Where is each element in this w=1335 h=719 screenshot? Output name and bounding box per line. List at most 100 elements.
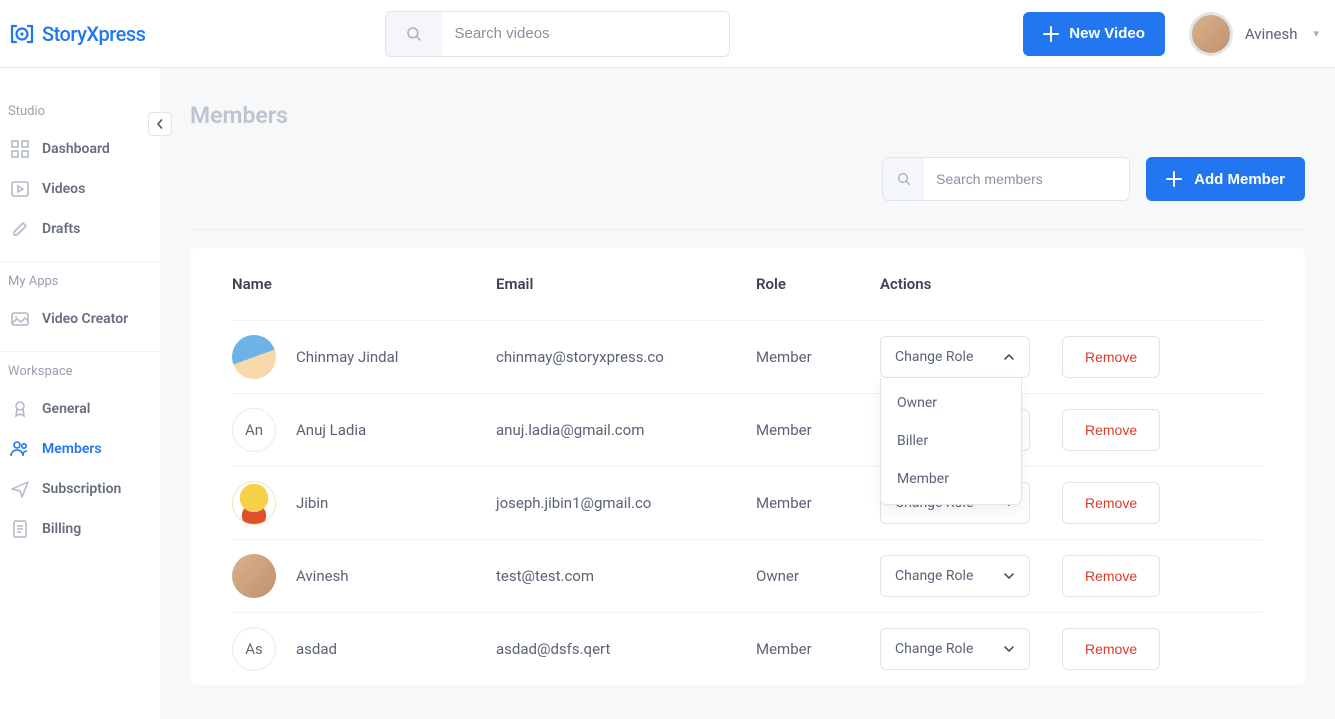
plus-icon xyxy=(1043,26,1059,42)
actions-cell: Change Role Remove xyxy=(880,628,1263,670)
table-row: Jibinjoseph.jibin1@gmail.coMemberChange … xyxy=(232,466,1263,539)
member-role: Member xyxy=(756,640,880,658)
layout: Studio Dashboard Videos Drafts My Apps Video … xyxy=(0,68,1335,719)
remove-button[interactable]: Remove xyxy=(1062,482,1160,524)
member-email: test@test.com xyxy=(496,567,756,585)
member-name: Avinesh xyxy=(296,567,349,585)
avatar: As xyxy=(232,627,276,671)
table-row: As asdad asdad@dsfs.qertMember Change Role R… xyxy=(232,612,1263,685)
member-email: anuj.ladia@gmail.com xyxy=(496,421,756,439)
remove-button[interactable]: Remove xyxy=(1062,336,1160,378)
sidebar-item-videos[interactable]: Videos xyxy=(0,169,160,209)
main-content: Members Add Member Name Email Role Actio… xyxy=(160,68,1335,719)
sidebar-item-label: Members xyxy=(42,441,102,457)
sidebar-item-members[interactable]: Members xyxy=(0,429,160,469)
role-option-biller[interactable]: Biller xyxy=(881,422,1021,460)
new-video-label: New Video xyxy=(1069,25,1145,42)
column-actions: Actions xyxy=(880,275,1263,293)
sidebar-item-drafts[interactable]: Drafts xyxy=(0,209,160,249)
members-table: Name Email Role Actions Chinmay Jindal ch… xyxy=(190,248,1305,685)
remove-button[interactable]: Remove xyxy=(1062,628,1160,670)
user-menu[interactable]: Avinesh ▾ xyxy=(1189,12,1319,56)
brand-logo[interactable]: StoryXpress xyxy=(8,20,145,48)
badge-icon xyxy=(10,399,30,419)
member-email: chinmay@storyxpress.co xyxy=(496,348,756,366)
page-title: Members xyxy=(190,102,1305,129)
avatar: An xyxy=(232,408,276,452)
actions-cell: Change Role Remove xyxy=(880,555,1263,597)
name-cell: Chinmay Jindal xyxy=(232,335,496,379)
column-name: Name xyxy=(232,275,496,293)
sidebar-item-label: Videos xyxy=(42,181,85,197)
sidebar-item-label: Video Creator xyxy=(42,311,128,327)
member-email: asdad@dsfs.qert xyxy=(496,640,756,658)
member-name: Anuj Ladia xyxy=(296,421,366,439)
sidebar-item-label: Dashboard xyxy=(42,141,110,157)
sidebar-item-label: Drafts xyxy=(42,221,80,237)
member-name: Chinmay Jindal xyxy=(296,348,398,366)
search-members-input[interactable] xyxy=(924,158,1129,200)
plus-icon xyxy=(1166,171,1182,187)
table-header: Name Email Role Actions xyxy=(232,248,1263,320)
people-icon xyxy=(10,439,30,459)
sidebar-item-label: General xyxy=(42,401,90,417)
edit-icon xyxy=(10,219,30,239)
role-dropdown: OwnerBillerMember xyxy=(880,378,1022,505)
sidebar-section-label: My Apps xyxy=(0,274,160,289)
search-videos[interactable] xyxy=(385,11,730,57)
sidebar-item-subscription[interactable]: Subscription xyxy=(0,469,160,509)
sidebar-item-label: Billing xyxy=(42,521,81,537)
new-video-button[interactable]: New Video xyxy=(1023,12,1165,56)
search-icon xyxy=(386,12,442,56)
sidebar-collapse-button[interactable] xyxy=(148,112,172,136)
sidebar-item-dashboard[interactable]: Dashboard xyxy=(0,129,160,169)
change-role-label: Change Role xyxy=(895,568,973,584)
avatar xyxy=(232,335,276,379)
table-row: Chinmay Jindal chinmay@storyxpress.coMemb… xyxy=(232,320,1263,393)
sidebar-section-label: Studio xyxy=(0,104,160,119)
remove-button[interactable]: Remove xyxy=(1062,409,1160,451)
add-member-button[interactable]: Add Member xyxy=(1146,157,1305,201)
name-cell: Jibin xyxy=(232,481,496,525)
table-row: AnAnuj Ladiaanuj.ladia@gmail.comMemberCh… xyxy=(232,393,1263,466)
add-member-label: Add Member xyxy=(1194,171,1285,188)
member-role: Member xyxy=(756,494,880,512)
chevron-down-icon: ▾ xyxy=(1313,27,1319,40)
member-name: Jibin xyxy=(296,494,328,512)
change-role-select[interactable]: Change Role xyxy=(880,336,1030,378)
sidebar-item-general[interactable]: General xyxy=(0,389,160,429)
search-videos-input[interactable] xyxy=(442,12,729,56)
change-role-select[interactable]: Change Role xyxy=(880,628,1030,670)
avatar xyxy=(1189,12,1233,56)
member-role: Member xyxy=(756,421,880,439)
actions-cell: Change RoleRemoveOwnerBillerMember xyxy=(880,336,1263,378)
member-name: asdad xyxy=(296,640,337,658)
member-role: Member xyxy=(756,348,880,366)
doc-icon xyxy=(10,519,30,539)
change-role-select[interactable]: Change Role xyxy=(880,555,1030,597)
avatar xyxy=(232,481,276,525)
sidebar-item-billing[interactable]: Billing xyxy=(0,509,160,549)
user-name: Avinesh xyxy=(1245,25,1298,43)
search-icon xyxy=(883,158,924,200)
chevron-down-icon xyxy=(1003,643,1015,655)
thumb-icon xyxy=(10,309,30,329)
top-header: StoryXpress New Video Avinesh ▾ xyxy=(0,0,1335,68)
sidebar-item-video-creator[interactable]: Video Creator xyxy=(0,299,160,339)
remove-button[interactable]: Remove xyxy=(1062,555,1160,597)
member-email: joseph.jibin1@gmail.co xyxy=(496,494,756,512)
role-option-member[interactable]: Member xyxy=(881,460,1021,498)
name-cell: As asdad xyxy=(232,627,496,671)
avatar xyxy=(232,554,276,598)
play-icon xyxy=(10,179,30,199)
name-cell: An Anuj Ladia xyxy=(232,408,496,452)
change-role-label: Change Role xyxy=(895,641,973,657)
header-right: New Video Avinesh ▾ xyxy=(1023,12,1319,56)
name-cell: Avinesh xyxy=(232,554,496,598)
column-role: Role xyxy=(756,275,880,293)
role-option-owner[interactable]: Owner xyxy=(881,384,1021,422)
table-row: Avineshtest@test.comOwnerChange RoleRemo… xyxy=(232,539,1263,612)
search-members[interactable] xyxy=(882,157,1130,201)
chevron-down-icon xyxy=(1003,570,1015,582)
sidebar-section-label: Workspace xyxy=(0,364,160,379)
